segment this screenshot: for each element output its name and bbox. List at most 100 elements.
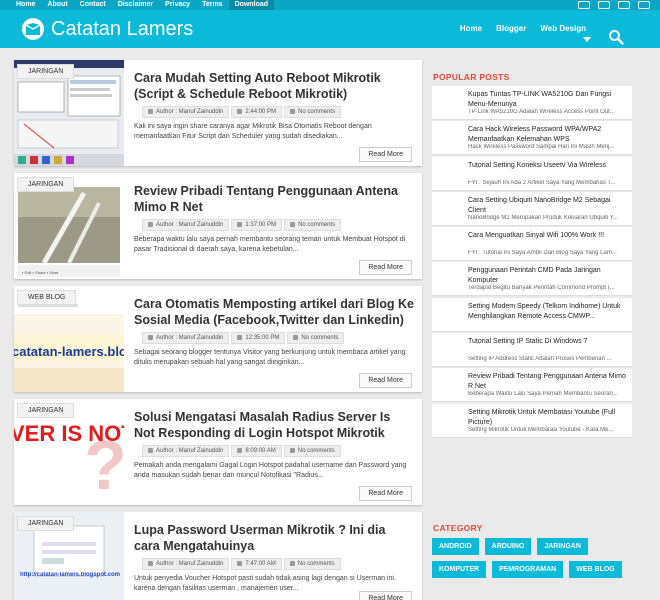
chevron-down-icon[interactable]	[583, 37, 591, 42]
category-pemrograman[interactable]: PEMROGRAMAN	[492, 561, 564, 578]
comments-meta[interactable]: No comments	[287, 332, 345, 344]
post-thumbnail[interactable]: ▪ Edit ▪ Share ▪ More JARINGAN	[14, 173, 124, 279]
popular-thumbnail[interactable]	[435, 231, 463, 258]
mainnav-home[interactable]: Home	[460, 23, 482, 35]
mainnav-web-design[interactable]: Web Design	[540, 23, 586, 35]
search-icon[interactable]	[608, 29, 624, 45]
post-thumbnail[interactable]: http://catatan-lamers.blogspot.com JARIN…	[14, 512, 124, 600]
post-meta: Author : Manuf Zainuddin 1:37:00 PM No c…	[142, 219, 342, 231]
post-excerpt: Sebagai seorang blogger tentunya Visitor…	[134, 349, 406, 366]
comments-meta[interactable]: No comments	[284, 219, 342, 231]
comments-meta[interactable]: No comments	[283, 558, 341, 570]
rss-icon[interactable]	[638, 1, 650, 9]
popular-thumbnail[interactable]	[435, 301, 463, 328]
clock-icon	[237, 561, 243, 566]
facebook-icon[interactable]	[578, 1, 590, 9]
twitter-icon[interactable]	[598, 1, 610, 9]
svg-text:▪ Edit ▪ Share ▪ More: ▪ Edit ▪ Share ▪ More	[22, 270, 59, 275]
post-title[interactable]: Cara Mudah Setting Auto Reboot Mikrotik …	[134, 70, 414, 102]
post-excerpt: Beberapa waktu lalu saya pernah membantu…	[134, 236, 406, 253]
post-title[interactable]: Solusi Mengatasi Masalah Radius Server I…	[134, 409, 414, 441]
category-badge[interactable]: JARINGAN	[17, 177, 75, 192]
comments-meta[interactable]: No comments	[283, 445, 341, 457]
post-meta: Author : Manuf Zainuddin 8:09:00 AM No c…	[142, 445, 341, 457]
read-more-button[interactable]: Read More	[359, 373, 412, 388]
popular-post-item[interactable]: Cara Setting Ubiquiti NanoBridge M2 Seba…	[432, 191, 632, 226]
popular-post-item[interactable]: Penggunaan Perintah CMD Pada Jaringan Ko…	[432, 262, 632, 297]
comment-icon	[293, 335, 299, 340]
user-icon	[148, 335, 153, 340]
author-meta[interactable]: Author : Manuf Zainuddin	[142, 445, 230, 457]
site-brand[interactable]: Catatan Lamers	[51, 18, 193, 41]
popular-posts-title: POPULAR POSTS	[433, 72, 510, 82]
popular-thumbnail[interactable]	[435, 195, 463, 222]
category-komputer[interactable]: KOMPUTER	[432, 561, 487, 578]
popular-post-item[interactable]: Setting Mikrotik Untuk Membatasi Youtube…	[432, 403, 632, 438]
social-icons	[578, 1, 650, 9]
post-title[interactable]: Cara Otomatis Memposting artikel dari Bl…	[134, 296, 414, 328]
post-excerpt: Pemakah anda mengalami Gagal Login Hotsp…	[134, 462, 407, 479]
post-excerpt: Kali ini saya ingin share caranya agar M…	[134, 123, 372, 140]
read-more-button[interactable]: Read More	[359, 486, 412, 501]
popular-post-item[interactable]: Review Pribadi Tentang Penggunaan Antena…	[432, 368, 632, 403]
topnav-contact[interactable]: Contact	[74, 0, 112, 10]
popular-thumbnail[interactable]	[435, 337, 463, 364]
clock-icon	[237, 335, 243, 340]
post-title[interactable]: Review Pribadi Tentang Penggunaan Antena…	[134, 183, 414, 215]
popular-thumbnail[interactable]	[435, 372, 463, 399]
category-badge[interactable]: JARINGAN	[17, 516, 75, 531]
user-icon	[148, 222, 153, 227]
clock-icon	[237, 448, 243, 453]
category-jaringan[interactable]: JARINGAN	[537, 538, 588, 555]
topnav-about[interactable]: About	[41, 0, 73, 10]
author-meta[interactable]: Author : Manuf Zainuddin	[142, 219, 230, 231]
post-thumbnail[interactable]: JARINGAN	[14, 60, 124, 166]
popular-post-item[interactable]: Cara Menguatkan Sinyal Wifi 100% Work !!…	[432, 227, 632, 262]
post-title[interactable]: Lupa Password Userman Mikrotik ? Ini dia…	[134, 522, 414, 554]
author-meta[interactable]: Author : Manuf Zainuddin	[142, 558, 230, 570]
post-card: catatan-lamers.blogspot WEB BLOG Cara Ot…	[14, 286, 422, 392]
post-card: http://catatan-lamers.blogspot.com JARIN…	[14, 512, 422, 600]
clock-icon	[237, 222, 243, 227]
popular-thumbnail[interactable]	[435, 407, 463, 434]
popular-thumbnail[interactable]	[435, 160, 463, 187]
category-title: CATEGORY	[433, 523, 483, 533]
topnav-privacy[interactable]: Privacy	[159, 0, 196, 10]
read-more-button[interactable]: Read More	[359, 591, 412, 600]
read-more-button[interactable]: Read More	[359, 147, 412, 162]
category-web-blog[interactable]: WEB BLOG	[569, 561, 622, 578]
category-list: ANDROID ARDUINO JARINGAN KOMPUTER PEMROG…	[432, 538, 632, 578]
post-thumbnail[interactable]: catatan-lamers.blogspot WEB BLOG	[14, 286, 124, 392]
popular-thumbnail[interactable]	[435, 90, 463, 116]
topnav-disclaimer[interactable]: Disclaimer	[112, 0, 159, 10]
topnav-download[interactable]: Download	[228, 0, 275, 10]
category-arduino[interactable]: ARDUINO	[484, 538, 532, 555]
mainnav-blogger[interactable]: Blogger	[496, 23, 526, 35]
author-meta[interactable]: Author : Manuf Zainuddin	[142, 332, 230, 344]
logo-icon[interactable]	[22, 18, 44, 40]
category-badge[interactable]: JARINGAN	[17, 64, 75, 79]
category-badge[interactable]: WEB BLOG	[17, 290, 77, 305]
comments-meta[interactable]: No comments	[284, 106, 342, 118]
popular-thumbnail[interactable]	[435, 266, 463, 293]
topnav-terms[interactable]: Terms	[196, 0, 229, 10]
clock-icon	[237, 109, 243, 114]
comment-icon	[290, 222, 296, 227]
popular-posts-list: Kupas Tuntas TP-LINK WA5210G Dan Fungsi …	[432, 86, 632, 439]
popular-thumbnail[interactable]	[435, 125, 463, 152]
category-badge[interactable]: JARINGAN	[17, 403, 75, 418]
read-more-button[interactable]: Read More	[359, 260, 412, 275]
post-meta: Author : Manuf Zainuddin 12:35:00 PM No …	[142, 332, 345, 344]
google-plus-icon[interactable]	[618, 1, 630, 9]
popular-post-item[interactable]: Setting Modem Speedy (Telkom Indihome) U…	[432, 297, 632, 332]
thumbnail-text: VER IS NOT	[14, 421, 124, 446]
topnav-home[interactable]: Home	[10, 0, 41, 10]
popular-post-item[interactable]: Kupas Tuntas TP-LINK WA5210G Dan Fungsi …	[432, 86, 632, 120]
popular-post-item[interactable]: Cara Hack Wireless Password WPA/WPA2 Mem…	[432, 121, 632, 156]
category-android[interactable]: ANDROID	[432, 538, 479, 555]
time-meta: 12:35:00 PM	[231, 332, 286, 344]
author-meta[interactable]: Author : Manuf Zainuddin	[142, 106, 230, 118]
post-thumbnail[interactable]: ? VER IS NOT JARINGAN	[14, 399, 124, 505]
popular-post-item[interactable]: Tutorial Setting IP Static Di Windows 7S…	[432, 333, 632, 368]
popular-post-item[interactable]: Tutorial Setting Koneksi Useetv Via Wire…	[432, 156, 632, 191]
